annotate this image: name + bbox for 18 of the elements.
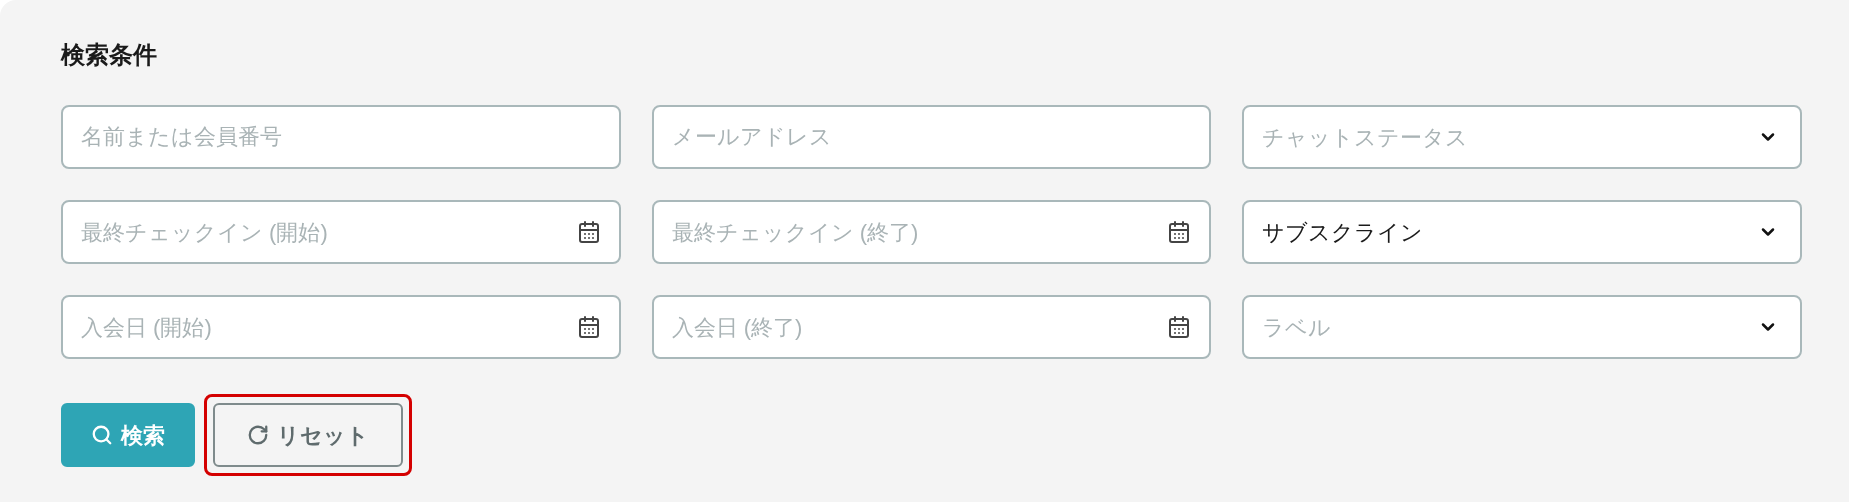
section-title: 検索条件 bbox=[61, 40, 158, 70]
search-icon bbox=[91, 424, 113, 446]
text-field[interactable]: メールアドレス bbox=[651, 105, 1212, 169]
select-field[interactable]: チャットステータス bbox=[1242, 105, 1802, 169]
calendar-icon bbox=[1167, 315, 1192, 339]
date-field[interactable]: 最終チェックイン (開始) bbox=[61, 200, 621, 264]
select-field[interactable]: ラベル bbox=[1242, 295, 1802, 359]
date-field[interactable]: 入会日 (開始) bbox=[61, 295, 621, 359]
calendar-icon bbox=[576, 220, 601, 244]
search-button[interactable]: 検索 bbox=[61, 403, 195, 467]
calendar-icon bbox=[1167, 220, 1192, 244]
select-field[interactable]: サブスクライン bbox=[1242, 200, 1802, 264]
calendar-icon bbox=[576, 315, 601, 339]
refresh-icon bbox=[247, 424, 269, 446]
reset-button[interactable]: リセット bbox=[213, 403, 403, 467]
text-field[interactable]: 名前または会員番号 bbox=[61, 105, 621, 169]
date-field[interactable]: 最終チェックイン (終了) bbox=[651, 200, 1212, 264]
date-field[interactable]: 入会日 (終了) bbox=[651, 295, 1212, 359]
